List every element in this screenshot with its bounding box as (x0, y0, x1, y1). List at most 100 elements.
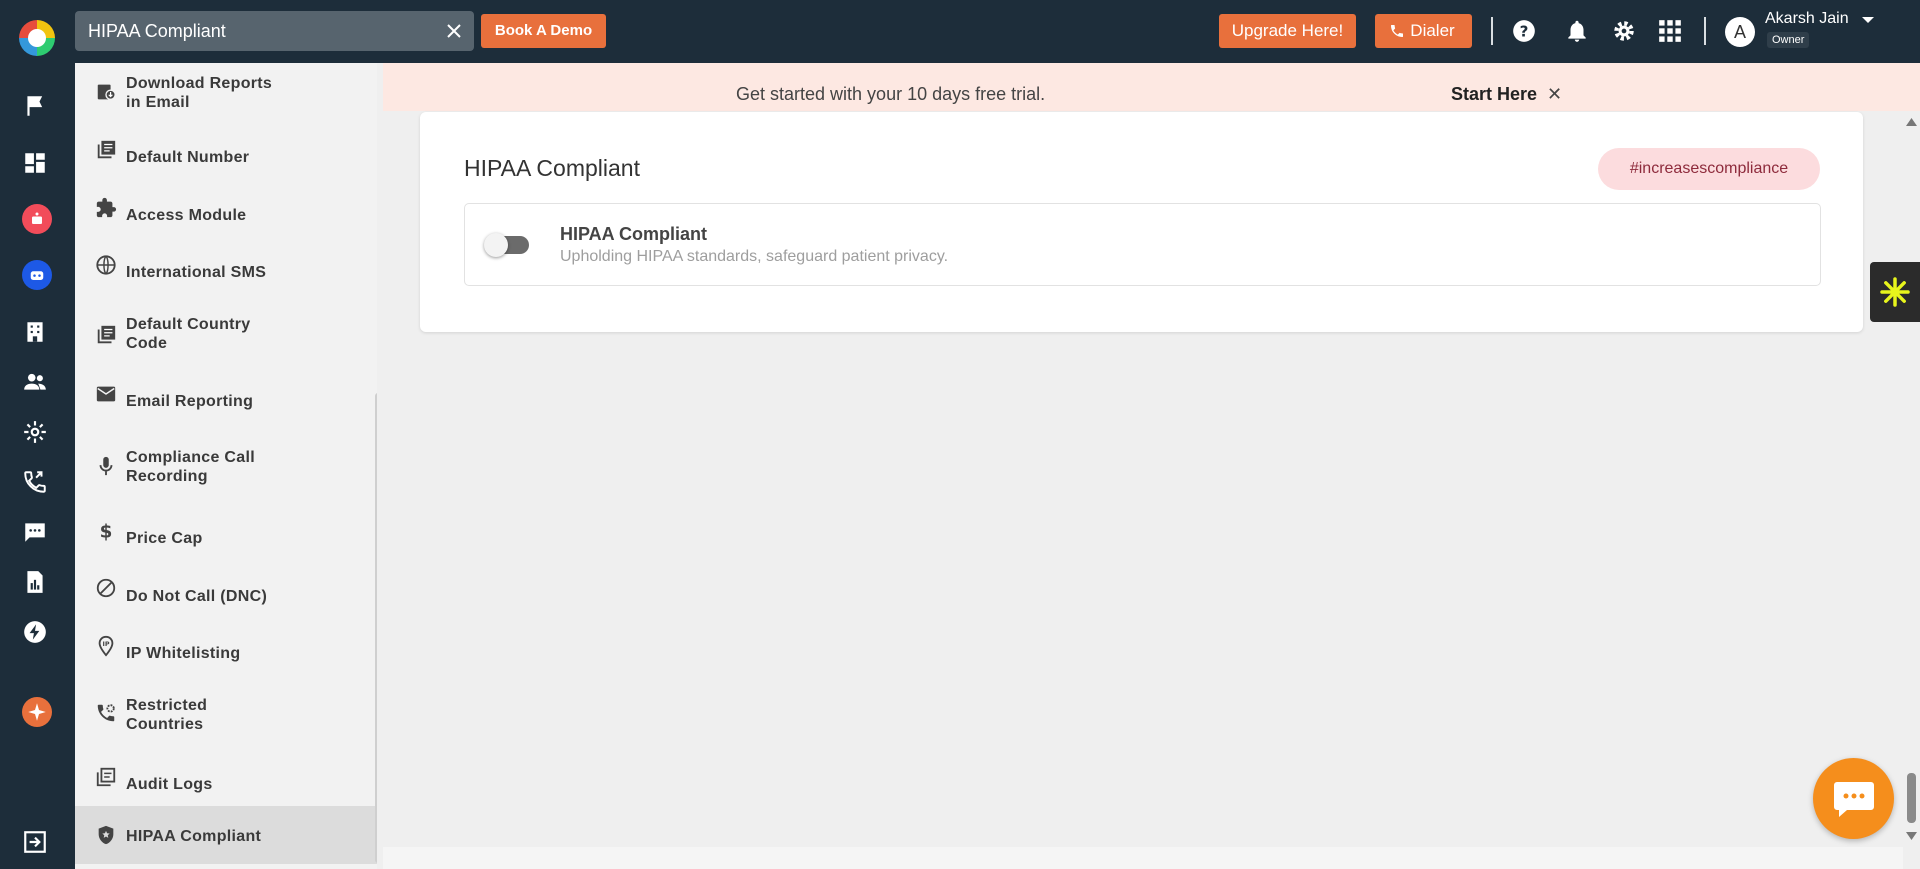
sidebar-item-access-module[interactable]: Access Module (75, 183, 377, 233)
sidebar-item-label: Recording (126, 468, 208, 485)
sidebar-item-label: IP Whitelisting (126, 645, 241, 662)
hipaa-card: HIPAA Compliant #increasescompliance HIP… (420, 112, 1863, 332)
upgrade-button[interactable]: Upgrade Here! (1219, 14, 1356, 48)
sidebar-item-price-cap[interactable]: $ Price Cap (75, 506, 377, 556)
list-icon (97, 325, 116, 344)
sidebar-item-label: International SMS (126, 264, 267, 281)
chevron-down-icon[interactable] (1860, 14, 1876, 26)
dialer-button[interactable]: Dialer (1375, 14, 1472, 48)
ip-pin-icon: IP (98, 635, 114, 657)
sidebar-item-ip-whitelisting[interactable]: IP IP Whitelisting (75, 621, 377, 671)
sidebar-item-label: Download Reports (126, 75, 273, 92)
chat-icon[interactable] (22, 519, 48, 545)
user-name[interactable]: Akarsh Jain (1765, 10, 1849, 28)
sidebar-item-audit-logs[interactable]: Audit Logs (75, 752, 377, 802)
page-title: HIPAA Compliant (464, 155, 640, 181)
close-icon[interactable]: ✕ (1547, 84, 1562, 105)
hipaa-setting-row: HIPAA Compliant Upholding HIPAA standard… (464, 203, 1821, 286)
call-transfer-icon[interactable] (22, 469, 48, 495)
sidebar-item-compliance-call-recording[interactable]: Compliance Call Recording (75, 437, 377, 493)
sidebar-item-email-reporting[interactable]: Email Reporting (75, 369, 377, 419)
puzzle-icon (96, 197, 117, 218)
sidebar-item-default-number[interactable]: Default Number (75, 125, 377, 175)
bottom-strip (383, 847, 1903, 869)
help-icon[interactable]: ? (1511, 18, 1537, 44)
chat-launcher-button[interactable] (1813, 758, 1894, 839)
dashboard-icon[interactable] (22, 150, 48, 176)
sparkle-icon[interactable] (22, 697, 52, 727)
gear-icon[interactable] (1611, 18, 1637, 44)
building-icon[interactable] (22, 319, 48, 345)
divider (1704, 17, 1706, 45)
sidebar-item-label: in Email (126, 94, 190, 111)
svg-text:IP: IP (102, 640, 109, 648)
page-scrollbar[interactable] (1903, 112, 1920, 847)
settings-sidebar: Download Reports in Email Default Number… (75, 63, 377, 869)
sidebar-item-hipaa-compliant[interactable]: HIPAA Compliant (75, 806, 377, 864)
dialer-label: Dialer (1410, 21, 1455, 40)
sidebar-item-do-not-call[interactable]: Do Not Call (DNC) (75, 563, 377, 613)
setting-title: HIPAA Compliant (560, 224, 707, 244)
trial-message: Get started with your 10 days free trial… (736, 84, 1046, 104)
sidebar-item-label: HIPAA Compliant (126, 828, 262, 845)
sidebar-item-label: Price Cap (126, 530, 203, 547)
scroll-down-icon[interactable] (1906, 832, 1917, 840)
bolt-icon[interactable] (22, 619, 48, 645)
compliance-tag: #increasescompliance (1598, 148, 1820, 190)
sidebar-item-label: Restricted (126, 697, 208, 714)
download-icon (97, 84, 116, 101)
shield-icon (98, 825, 114, 845)
sidebar-item-label: Compliance Call (126, 449, 255, 466)
feedback-widget[interactable] (1870, 262, 1920, 322)
sidebar-item-label: Countries (126, 716, 204, 733)
apps-grid-icon[interactable] (1657, 18, 1683, 44)
mic-icon (99, 456, 113, 476)
logout-icon[interactable] (22, 829, 48, 855)
sidebar-item-international-sms[interactable]: International SMS (75, 240, 377, 290)
sidebar-item-label: Default Country (126, 316, 251, 333)
bot-icon[interactable] (22, 204, 52, 234)
bell-icon[interactable] (1564, 18, 1590, 44)
start-here-link[interactable]: Start Here (1451, 84, 1537, 105)
book-demo-button[interactable]: Book A Demo (481, 14, 606, 48)
integrations-icon[interactable] (22, 419, 48, 445)
users-icon[interactable] (22, 369, 48, 395)
dollar-icon: $ (100, 521, 113, 542)
sidebar-item-label: Default Number (126, 149, 250, 166)
search-box[interactable]: HIPAA Compliant (75, 11, 474, 51)
scrollbar-thumb[interactable] (1907, 773, 1916, 823)
search-input[interactable]: HIPAA Compliant (88, 21, 226, 42)
sidebar-item-label: Code (126, 335, 168, 352)
asterisk-icon (1880, 277, 1910, 307)
svg-text:?: ? (1520, 22, 1529, 40)
close-icon[interactable] (442, 19, 466, 43)
svg-text:$: $ (100, 521, 113, 542)
user-role-badge: Owner (1767, 32, 1810, 48)
phone-settings-icon (97, 704, 115, 722)
sidebar-item-label: Access Module (126, 207, 247, 224)
app-logo[interactable] (19, 20, 55, 56)
sidebar-item-label: Email Reporting (126, 393, 254, 410)
sidebar-item-label: Do Not Call (DNC) (126, 588, 268, 605)
sidebar-item-default-country-code[interactable]: Default Country Code (75, 306, 377, 362)
globe-icon (96, 255, 116, 275)
top-bar: HIPAA Compliant Book A Demo Upgrade Here… (0, 0, 1920, 63)
avatar[interactable]: A (1725, 17, 1755, 47)
report-icon[interactable] (22, 569, 48, 595)
sidebar-item-label: Audit Logs (126, 776, 213, 793)
mail-icon (96, 386, 116, 402)
ai-agent-icon[interactable] (22, 260, 52, 290)
library-icon (96, 767, 116, 787)
sidebar-item-restricted-countries[interactable]: Restricted Countries (75, 686, 377, 742)
trial-banner: Get started with your 10 days free trial… (383, 63, 1920, 111)
flag-icon[interactable] (22, 93, 48, 119)
sidebar-scrollbar[interactable] (375, 393, 377, 863)
sidebar-item-download-reports[interactable]: Download Reports in Email (75, 63, 377, 123)
hipaa-toggle-knob[interactable] (484, 233, 508, 257)
chat-icon (1834, 782, 1874, 817)
phone-icon (1391, 25, 1403, 37)
list-icon (97, 140, 116, 159)
left-rail (0, 63, 75, 869)
scroll-up-icon[interactable] (1906, 118, 1917, 126)
setting-description: Upholding HIPAA standards, safeguard pat… (560, 248, 949, 265)
